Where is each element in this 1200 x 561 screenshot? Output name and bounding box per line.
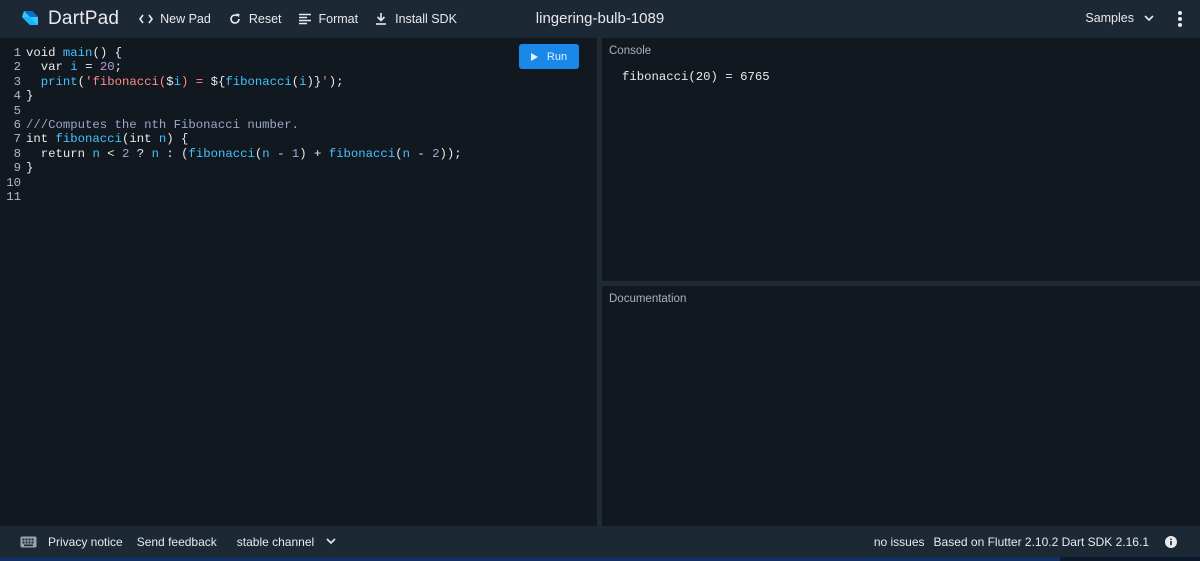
app-header: DartPad New Pad Reset Format Install SDK… <box>0 0 1200 38</box>
line-number: 10 <box>6 175 21 190</box>
channel-label: stable channel <box>236 534 315 549</box>
code-line: 10 <box>0 176 462 190</box>
documentation-panel: Documentation <box>602 286 1200 526</box>
install-sdk-label: Install SDK <box>395 12 457 26</box>
format-lines-icon <box>297 11 313 27</box>
chevron-down-icon <box>326 538 336 545</box>
line-number: 2 <box>13 60 21 75</box>
download-icon <box>373 11 389 27</box>
code-line: 11 <box>0 190 462 204</box>
line-number: 5 <box>13 103 21 118</box>
channel-dropdown[interactable]: stable channel <box>237 535 336 549</box>
refresh-icon <box>227 11 243 27</box>
status-footer: Privacy notice Send feedback stable chan… <box>0 526 1200 557</box>
dart-logo-icon <box>22 11 38 25</box>
play-icon <box>530 52 538 61</box>
install-sdk-button[interactable]: Install SDK <box>373 11 457 27</box>
console-output: fibonacci(20) = 6765 <box>622 70 770 84</box>
samples-label: Samples <box>1085 11 1134 25</box>
sdk-version-info: Based on Flutter 2.10.2 Dart SDK 2.16.1 <box>933 534 1149 549</box>
code-line: 1 void main() { <box>0 46 462 60</box>
send-feedback-link[interactable]: Send feedback <box>137 535 217 549</box>
line-number: 4 <box>13 89 21 104</box>
more-vert-icon[interactable] <box>1174 11 1186 27</box>
run-button[interactable]: Run <box>519 44 579 69</box>
pad-title[interactable]: lingering-bulb-1089 <box>536 10 664 27</box>
reset-label: Reset <box>248 12 282 26</box>
samples-dropdown[interactable]: Samples <box>1085 11 1154 25</box>
code-line: 5 <box>0 104 462 118</box>
code-line: 8 return n < 2 ? n : (fibonacci(n - 1) +… <box>0 147 462 161</box>
code-line: 3 print('fibonacci($i) = ${fibonacci(i)}… <box>0 75 462 89</box>
line-number: 11 <box>6 190 21 205</box>
format-label: Format <box>318 12 359 26</box>
code-line: 6///Computes the nth Fibonacci number. <box>0 118 462 132</box>
reset-button[interactable]: Reset <box>227 11 282 27</box>
line-number: 8 <box>13 146 21 161</box>
documentation-label: Documentation <box>609 293 687 305</box>
info-icon[interactable] <box>1165 535 1177 548</box>
line-number: 6 <box>13 118 21 133</box>
issues-status[interactable]: no issues <box>874 535 925 549</box>
logo-text: DartPad <box>48 8 120 29</box>
new-pad-button[interactable]: New Pad <box>138 11 211 27</box>
code-icon <box>138 11 154 27</box>
keyboard-icon[interactable] <box>20 536 37 548</box>
console-panel: Console fibonacci(20) = 6765 <box>602 38 1200 281</box>
code-content[interactable]: 1 void main() {2 var i = 20; 3 print('fibo… <box>0 46 462 204</box>
line-number: 1 <box>13 46 21 60</box>
line-number: 7 <box>13 132 21 147</box>
chevron-down-icon <box>1144 14 1154 21</box>
new-pad-label: New Pad <box>160 12 211 26</box>
window-bottom-edge <box>0 557 1200 561</box>
code-editor[interactable]: 1 void main() {2 var i = 20; 3 print('fibo… <box>0 38 597 526</box>
privacy-notice-link[interactable]: Privacy notice <box>48 535 123 549</box>
run-label: Run <box>546 50 568 63</box>
code-line: 7 int fibonacci(int n) { <box>0 132 462 146</box>
dartpad-logo[interactable]: DartPad <box>20 8 119 30</box>
line-number: 9 <box>13 161 21 176</box>
format-button[interactable]: Format <box>297 11 359 27</box>
code-line: 2 var i = 20; <box>0 60 462 74</box>
code-line: 9} <box>0 161 462 175</box>
console-label: Console <box>609 45 652 57</box>
line-number: 3 <box>13 74 21 89</box>
code-line: 4} <box>0 89 462 103</box>
